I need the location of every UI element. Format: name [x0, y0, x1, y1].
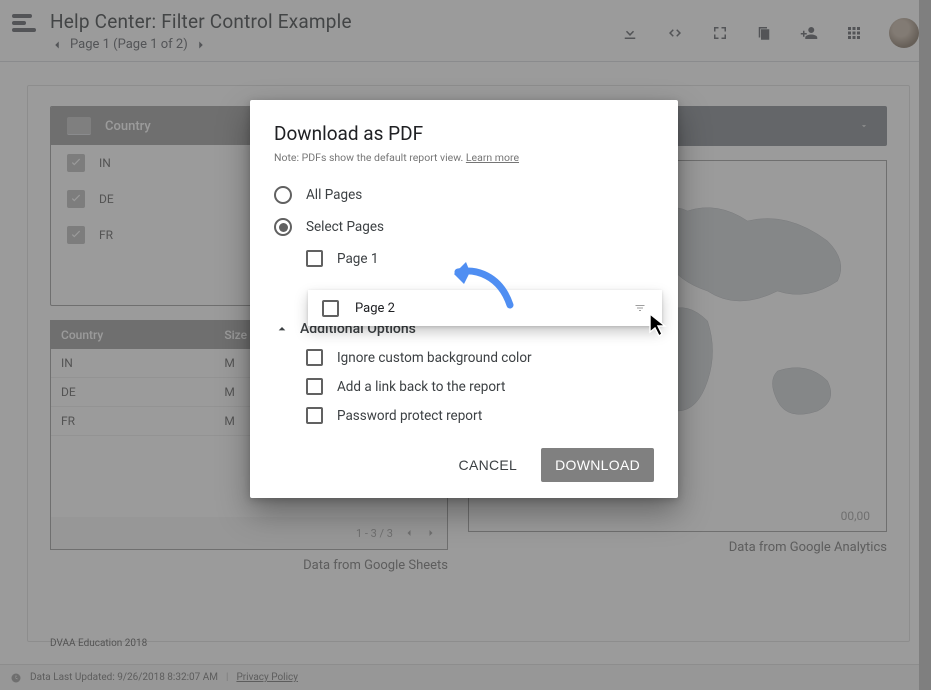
radio-icon[interactable]: [274, 218, 292, 236]
download-button[interactable]: DOWNLOAD: [541, 448, 654, 482]
checkbox-icon[interactable]: [306, 407, 323, 424]
page2-drag-card[interactable]: Page 2: [308, 290, 662, 326]
cancel-button[interactable]: CANCEL: [445, 448, 532, 482]
checkbox-icon[interactable]: [322, 300, 339, 317]
checkbox-icon[interactable]: [306, 250, 323, 267]
filter-lines-icon: [632, 302, 648, 314]
radio-label: All Pages: [306, 187, 362, 203]
opt-password[interactable]: Password protect report: [306, 407, 654, 424]
checkbox-icon[interactable]: [306, 349, 323, 366]
dialog-title: Download as PDF: [274, 122, 654, 145]
radio-all-pages[interactable]: All Pages: [274, 186, 654, 204]
option-label: Ignore custom background color: [337, 350, 532, 366]
page-option-label: Page 2: [355, 301, 395, 316]
radio-label: Select Pages: [306, 219, 384, 235]
option-label: Add a link back to the report: [337, 379, 505, 395]
learn-more-link[interactable]: Learn more: [466, 151, 519, 164]
checkbox-icon[interactable]: [306, 378, 323, 395]
radio-icon[interactable]: [274, 186, 292, 204]
chevron-up-icon: [274, 321, 290, 337]
page-option-label: Page 1: [337, 251, 378, 267]
page1-checkbox-row[interactable]: Page 1: [306, 250, 654, 267]
opt-link-back[interactable]: Add a link back to the report: [306, 378, 654, 395]
radio-select-pages[interactable]: Select Pages: [274, 218, 654, 236]
opt-ignore-bg[interactable]: Ignore custom background color: [306, 349, 654, 366]
dialog-note: Note: PDFs show the default report view.…: [274, 151, 654, 164]
option-label: Password protect report: [337, 408, 482, 424]
